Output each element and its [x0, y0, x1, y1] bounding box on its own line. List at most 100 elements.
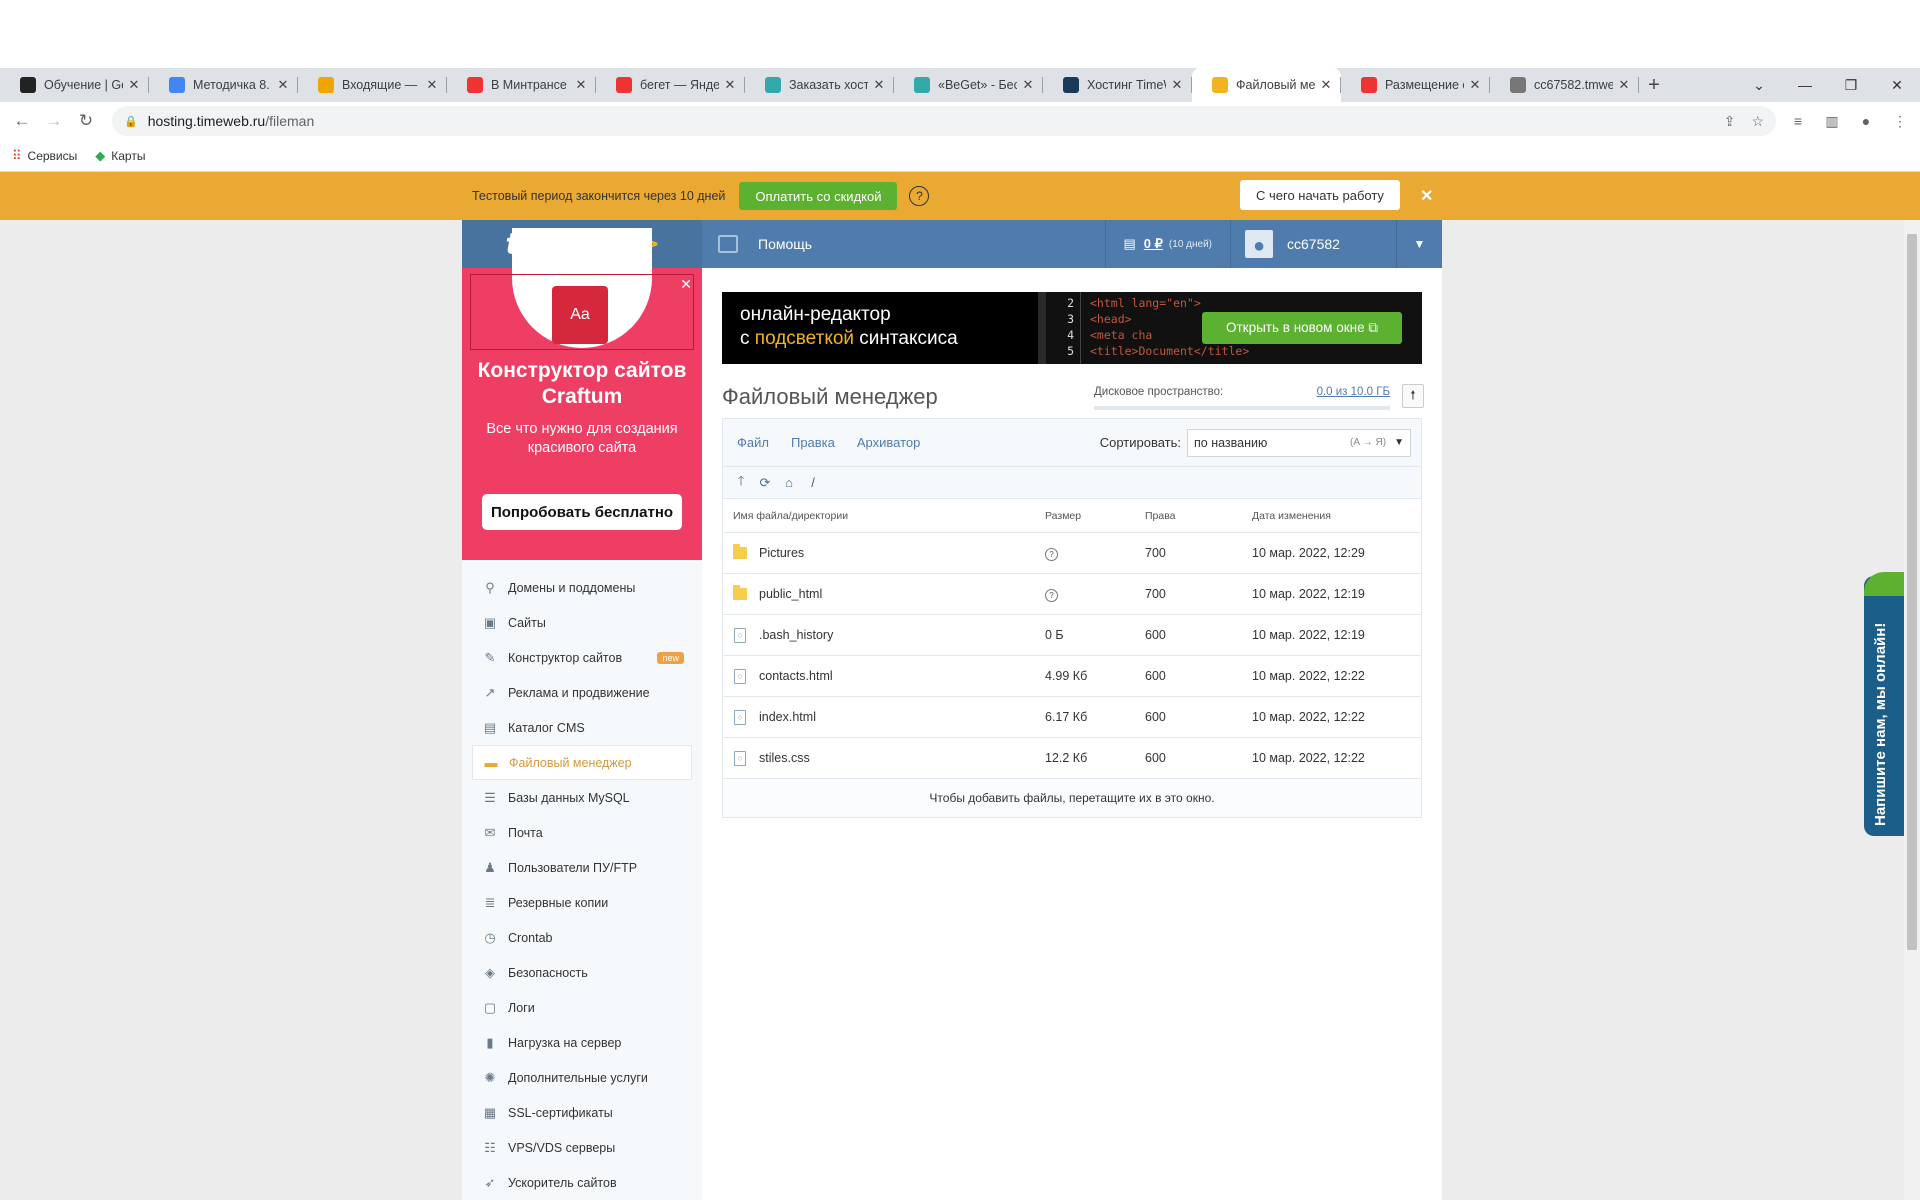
- sidebar-item[interactable]: ▤ Каталог CMS: [472, 710, 692, 745]
- close-tab-icon[interactable]: ✕: [425, 77, 439, 93]
- file-name[interactable]: index.html: [759, 710, 816, 724]
- menu-file[interactable]: Файл: [737, 435, 769, 450]
- sidebar-item[interactable]: ▮ Нагрузка на сервер: [472, 1025, 692, 1060]
- bookmark-services[interactable]: ⠿ Сервисы: [12, 148, 77, 164]
- ad-close-icon[interactable]: ✕: [680, 276, 692, 293]
- table-row[interactable]: public_html? 700 10 мар. 2022, 12:19: [723, 574, 1421, 615]
- disk-usage-value[interactable]: 0.0 из 10.0 ГБ: [1317, 386, 1390, 398]
- home-icon[interactable]: ⌂: [777, 475, 801, 490]
- balance-amount[interactable]: 0 ₽: [1144, 236, 1163, 252]
- close-window-button[interactable]: ✕: [1874, 68, 1920, 102]
- close-notice-icon[interactable]: ✕: [1420, 186, 1433, 206]
- sort-select[interactable]: по названию (А → Я) ▼: [1187, 428, 1411, 457]
- col-date[interactable]: Дата изменения: [1252, 510, 1421, 522]
- sidebar-item[interactable]: ▬ Файловый менеджер: [472, 745, 692, 780]
- close-tab-icon[interactable]: ✕: [1021, 77, 1035, 93]
- file-name-cell[interactable]: public_html: [723, 585, 1045, 601]
- sidebar-item[interactable]: ↗ Реклама и продвижение: [472, 675, 692, 710]
- craftum-ad[interactable]: Aa ✕ Конструктор сайтов Craftum Все что …: [462, 228, 702, 560]
- browser-tab[interactable]: Хостинг TimeW ✕: [1043, 68, 1192, 102]
- browser-tab[interactable]: «BeGet» - Беспл ✕: [894, 68, 1043, 102]
- unknown-size-icon[interactable]: ?: [1045, 588, 1058, 602]
- file-name-cell[interactable]: ◇ stiles.css: [723, 750, 1045, 766]
- share-icon[interactable]: ⇪: [1724, 113, 1736, 130]
- col-name[interactable]: Имя файла/директории: [723, 510, 1045, 522]
- sidebar-item[interactable]: ◈ Безопасность: [472, 955, 692, 990]
- file-name-cell[interactable]: ◇ .bash_history: [723, 627, 1045, 643]
- sidebar-item[interactable]: ☰ Базы данных MySQL: [472, 780, 692, 815]
- col-size[interactable]: Размер: [1045, 510, 1145, 522]
- tab-search-icon[interactable]: ⌄: [1736, 68, 1782, 102]
- chat-widget[interactable]: Напишите нам, мы онлайн!: [1864, 572, 1904, 836]
- close-tab-icon[interactable]: ✕: [574, 77, 588, 93]
- browser-tab[interactable]: Размещение са ✕: [1341, 68, 1490, 102]
- sidebar-item[interactable]: ➶ Ускоритель сайтов: [472, 1165, 692, 1200]
- sidebar-item[interactable]: ✉ Почта: [472, 815, 692, 850]
- sidebar-item[interactable]: ▣ Сайты: [472, 605, 692, 640]
- menu-archiver[interactable]: Архиватор: [857, 435, 921, 450]
- browser-tab[interactable]: Заказать хости ✕: [745, 68, 894, 102]
- unknown-size-icon[interactable]: ?: [1045, 547, 1058, 561]
- user-dropdown-icon[interactable]: ▼: [1396, 220, 1442, 268]
- menu-dots-icon[interactable]: ⋮: [1888, 113, 1912, 130]
- help-link[interactable]: Помощь: [718, 235, 812, 253]
- close-tab-icon[interactable]: ✕: [723, 77, 737, 93]
- browser-tab[interactable]: Входящие — Ян ✕: [298, 68, 447, 102]
- sidebar-item[interactable]: ⚲ Домены и поддомены: [472, 570, 692, 605]
- reload-icon[interactable]: ↻: [72, 107, 100, 135]
- profile-icon[interactable]: ●: [1854, 113, 1878, 130]
- minimize-button[interactable]: —: [1782, 68, 1828, 102]
- table-row[interactable]: ◇ contacts.html 4.99 Кб 600 10 мар. 2022, 12…: [723, 656, 1421, 697]
- up-dir-icon[interactable]: 🡑: [729, 472, 753, 494]
- close-tab-icon[interactable]: ✕: [1468, 77, 1482, 93]
- file-name-cell[interactable]: ◇ index.html: [723, 709, 1045, 725]
- sidebar-item[interactable]: ✺ Дополнительные услуги: [472, 1060, 692, 1095]
- browser-tab[interactable]: Обучение | Gee ✕: [0, 68, 149, 102]
- close-tab-icon[interactable]: ✕: [872, 77, 886, 93]
- table-row[interactable]: ◇ .bash_history 0 Б 600 10 мар. 2022, 12:19: [723, 615, 1421, 656]
- col-perm[interactable]: Права: [1145, 510, 1252, 522]
- back-icon[interactable]: ←: [8, 107, 36, 135]
- restore-button[interactable]: ❐: [1828, 68, 1874, 102]
- close-tab-icon[interactable]: ✕: [1617, 77, 1631, 93]
- side-panel-icon[interactable]: ▥: [1820, 113, 1844, 130]
- forward-icon[interactable]: →: [40, 107, 68, 135]
- star-icon[interactable]: ☆: [1751, 113, 1764, 130]
- balance-widget[interactable]: ▤ 0 ₽ (10 дней): [1104, 220, 1231, 268]
- lock-icon[interactable]: 🔒: [124, 115, 138, 128]
- table-row[interactable]: ◇ index.html 6.17 Кб 600 10 мар. 2022, 12:22: [723, 697, 1421, 738]
- address-bar[interactable]: 🔒 hosting.timeweb.ru/fileman ⇪ ☆: [112, 106, 1776, 136]
- close-tab-icon[interactable]: ✕: [276, 77, 290, 93]
- open-new-window-button[interactable]: Открыть в новом окне ⧉: [1202, 312, 1402, 344]
- editor-banner[interactable]: онлайн-редактор с подсветкой синтаксиса …: [722, 292, 1422, 364]
- file-name-cell[interactable]: ◇ contacts.html: [723, 668, 1045, 684]
- browser-tab[interactable]: Файловый мене ✕: [1192, 68, 1341, 102]
- bookmark-maps[interactable]: ◆ Карты: [95, 148, 145, 164]
- pay-discount-button[interactable]: Оплатить со скидкой: [739, 182, 898, 210]
- file-name[interactable]: contacts.html: [759, 669, 833, 683]
- table-row[interactable]: Pictures? 700 10 мар. 2022, 12:29: [723, 533, 1421, 574]
- help-question-icon[interactable]: ?: [909, 186, 930, 206]
- file-name[interactable]: Pictures: [759, 546, 804, 560]
- sidebar-item[interactable]: ≣ Резервные копии: [472, 885, 692, 920]
- file-name-cell[interactable]: Pictures: [723, 544, 1045, 560]
- close-tab-icon[interactable]: ✕: [1319, 77, 1333, 93]
- file-name[interactable]: public_html: [759, 587, 822, 601]
- ad-try-button[interactable]: Попробовать бесплатно: [482, 494, 682, 530]
- user-menu[interactable]: ● cc67582 ▼: [1230, 220, 1442, 268]
- menu-edit[interactable]: Правка: [791, 435, 835, 450]
- getting-started-button[interactable]: С чего начать работу: [1240, 180, 1400, 210]
- file-name[interactable]: stiles.css: [759, 751, 810, 765]
- new-tab-button[interactable]: +: [1639, 68, 1669, 102]
- close-tab-icon[interactable]: ✕: [127, 77, 141, 93]
- sidebar-item[interactable]: ▦ SSL-сертификаты: [472, 1095, 692, 1130]
- sidebar-item[interactable]: ◷ Crontab: [472, 920, 692, 955]
- reading-list-icon[interactable]: ≡: [1786, 113, 1810, 130]
- browser-tab[interactable]: В Минтрансе пр ✕: [447, 68, 596, 102]
- refresh-icon[interactable]: ⟳: [753, 475, 777, 491]
- sidebar-item[interactable]: ▢ Логи: [472, 990, 692, 1025]
- sidebar-item[interactable]: ☷ VPS/VDS серверы: [472, 1130, 692, 1165]
- page-scrollbar[interactable]: [1904, 220, 1920, 1200]
- sidebar-item[interactable]: ✎ Конструктор сайтов new: [472, 640, 692, 675]
- table-row[interactable]: ◇ stiles.css 12.2 Кб 600 10 мар. 2022, 12:22: [723, 738, 1421, 779]
